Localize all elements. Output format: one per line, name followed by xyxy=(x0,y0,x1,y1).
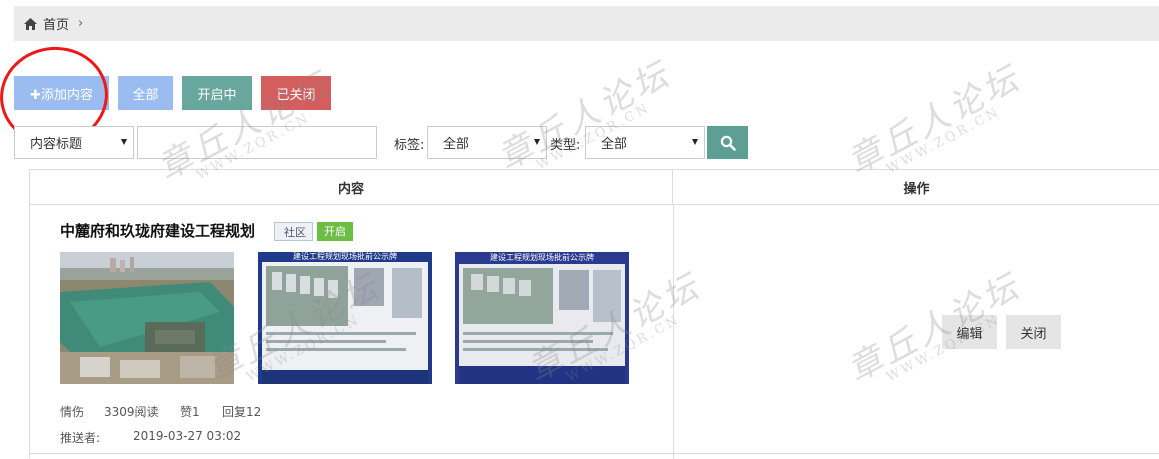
type-label: 类型: xyxy=(550,138,581,153)
watermark-url: WWW.ZQR.CN xyxy=(884,104,1004,178)
edit-button[interactable]: 编辑 xyxy=(942,315,997,349)
tag-label: 标签: xyxy=(394,138,425,153)
row-divider xyxy=(30,453,1159,454)
watermark-text: 章丘人论坛 xyxy=(841,57,1028,183)
post-date: 2019-03-27 03:02 xyxy=(133,429,242,443)
header-operations: 操作 xyxy=(673,170,1159,205)
search-button[interactable] xyxy=(707,126,748,159)
type-select-value: 全部 xyxy=(601,137,628,152)
tag-select-value: 全部 xyxy=(443,137,470,152)
breadcrumb-separator: › xyxy=(78,16,84,31)
filter-all-button[interactable]: 全部 xyxy=(118,76,173,110)
type-select[interactable]: 全部 xyxy=(585,126,705,159)
post-author[interactable]: 情伤 xyxy=(60,403,84,420)
search-icon xyxy=(720,135,736,151)
caret-down-icon xyxy=(534,139,540,145)
post-like-count: 赞1 xyxy=(180,405,200,419)
pusher-label: 推送者: xyxy=(60,431,101,445)
watermark: 章丘人论坛 WWW.ZQR.CN xyxy=(488,47,683,187)
post-reply-count: 回复12 xyxy=(222,405,262,419)
status-badge: 开启 xyxy=(317,222,353,241)
close-button[interactable]: 关闭 xyxy=(1006,315,1061,349)
breadcrumb: 首页 › xyxy=(14,6,1159,41)
header-content: 内容 xyxy=(30,170,673,205)
home-icon[interactable] xyxy=(24,17,37,30)
column-divider xyxy=(673,205,674,459)
tag-select[interactable]: 全部 xyxy=(427,126,547,159)
watermark-text: 章丘人论坛 xyxy=(491,53,678,179)
keyword-input[interactable] xyxy=(137,126,377,159)
post-image-planning-board-1[interactable]: 建设工程规划现场批前公示牌 xyxy=(258,252,432,384)
add-content-button[interactable]: ✚添加内容 xyxy=(14,76,109,110)
post-image-construction-site[interactable] xyxy=(60,252,234,384)
tag-badge: 社区 xyxy=(274,222,313,241)
caret-down-icon xyxy=(692,139,698,145)
search-field-select-value: 内容标题 xyxy=(30,137,83,152)
post-read-count: 3309阅读 xyxy=(104,405,159,419)
caret-down-icon xyxy=(121,139,127,145)
search-field-select[interactable]: 内容标题 xyxy=(14,126,134,159)
filter-open-button[interactable]: 开启中 xyxy=(182,76,252,110)
filter-closed-button[interactable]: 已关闭 xyxy=(261,76,331,110)
post-title[interactable]: 中麓府和玖珑府建设工程规划 xyxy=(60,220,255,241)
post-image-planning-board-2[interactable]: 建设工程规划现场批前公示牌 xyxy=(455,252,629,384)
breadcrumb-home-link[interactable]: 首页 xyxy=(43,14,69,33)
board-title: 建设工程规划现场批前公示牌 xyxy=(293,252,397,261)
board-title: 建设工程规划现场批前公示牌 xyxy=(490,253,594,262)
